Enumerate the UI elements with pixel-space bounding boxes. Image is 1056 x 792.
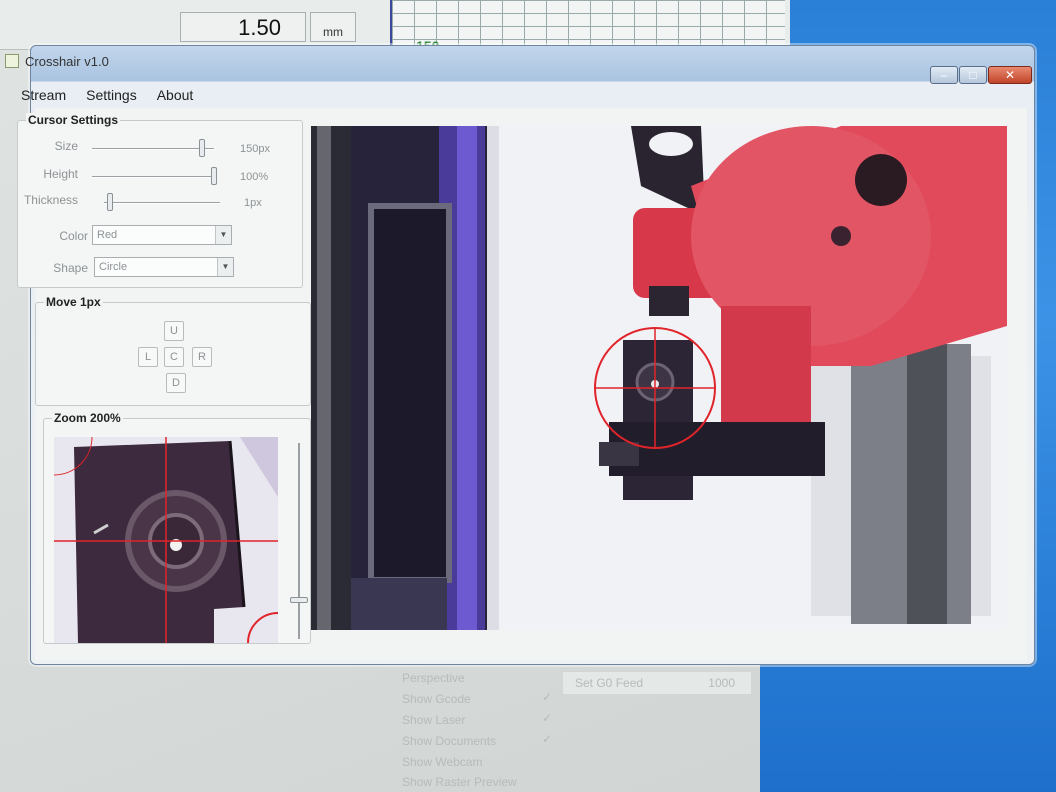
menu-about[interactable]: About <box>147 84 204 108</box>
move-up-button[interactable]: U <box>164 321 184 341</box>
app-icon <box>5 54 19 68</box>
chevron-down-icon[interactable]: ▼ <box>215 226 231 244</box>
thickness-slider-thumb[interactable] <box>106 193 113 211</box>
color-label: Color <box>59 229 88 243</box>
camera-feed-image <box>311 126 1007 630</box>
zoom-preview <box>54 437 278 643</box>
background-measure-unit: mm <box>310 12 356 42</box>
height-value: 100% <box>240 171 269 183</box>
size-value: 150px <box>240 143 270 155</box>
background-feed-label: Set G0 Feed <box>575 676 644 690</box>
background-feed-value: 1000 <box>708 676 735 690</box>
move-right-button[interactable]: R <box>192 347 212 367</box>
title-bar[interactable]: Crosshair v1.0 – □ ✕ <box>5 46 1034 84</box>
crosshair-window: Crosshair v1.0 – □ ✕ Stream Settings Abo… <box>5 45 1035 665</box>
zoom-slider[interactable] <box>298 443 300 639</box>
check-icon: ✓ <box>542 732 553 746</box>
zoom-preview-image <box>54 437 278 643</box>
color-select-value: Red <box>97 229 118 241</box>
minimize-button[interactable]: – <box>930 66 958 84</box>
chevron-down-icon[interactable]: ▼ <box>217 258 233 276</box>
move-legend: Move 1px <box>44 295 103 309</box>
background-menu-item: Show Raster Preview <box>402 775 517 789</box>
background-menu-item: Perspective <box>402 671 465 685</box>
zoom-legend: Zoom 200% <box>52 411 123 425</box>
move-down-button[interactable]: D <box>166 373 186 393</box>
move-group: Move 1px U L C R D <box>35 295 311 406</box>
background-feed-field: Set G0 Feed 1000 <box>562 671 752 695</box>
background-menu-item: Show Webcam <box>402 755 483 769</box>
background-menu-item: Show Gcode <box>402 692 471 706</box>
background-menu-item: Show Laser <box>402 713 466 727</box>
thickness-value: 1px <box>244 197 262 209</box>
camera-view[interactable] <box>311 126 1007 630</box>
shape-label: Shape <box>53 261 88 275</box>
window-controls: – □ ✕ <box>929 66 1032 84</box>
thickness-label: Thickness <box>23 193 78 207</box>
thickness-slider[interactable] <box>104 202 220 204</box>
height-label: Height <box>43 167 78 181</box>
shape-select[interactable]: Circle ▼ <box>94 257 234 277</box>
maximize-button[interactable]: □ <box>959 66 987 84</box>
cursor-settings-legend: Cursor Settings <box>26 113 121 127</box>
size-slider[interactable] <box>92 148 214 150</box>
size-slider-thumb[interactable] <box>198 139 205 157</box>
menu-bar: Stream Settings About <box>11 84 1014 108</box>
background-menu: Perspective Show Gcode ✓ Show Laser ✓ Sh… <box>392 665 760 792</box>
check-icon: ✓ <box>542 690 553 704</box>
move-left-button[interactable]: L <box>138 347 158 367</box>
zoom-group: Zoom 200% <box>43 411 311 644</box>
background-app-toolbar: 1.50 mm 150 <box>0 0 790 60</box>
check-icon: ✓ <box>542 711 553 725</box>
color-select[interactable]: Red ▼ <box>92 225 232 245</box>
background-measure-field: 1.50 <box>180 12 306 42</box>
cursor-settings-group: Cursor Settings Size 150px Height 100% T… <box>17 113 303 288</box>
menu-stream[interactable]: Stream <box>11 84 76 108</box>
zoom-slider-thumb[interactable] <box>290 596 308 603</box>
height-slider-thumb[interactable] <box>211 167 217 185</box>
move-center-button[interactable]: C <box>164 347 184 367</box>
shape-select-value: Circle <box>99 261 128 273</box>
height-slider[interactable] <box>92 176 214 178</box>
close-button[interactable]: ✕ <box>988 66 1032 84</box>
window-title: Crosshair v1.0 <box>25 54 109 69</box>
background-menu-item: Show Documents <box>402 734 497 748</box>
window-client-area: Cursor Settings Size 150px Height 100% T… <box>17 108 1027 660</box>
size-label: Size <box>54 139 78 153</box>
menu-settings[interactable]: Settings <box>76 84 147 108</box>
